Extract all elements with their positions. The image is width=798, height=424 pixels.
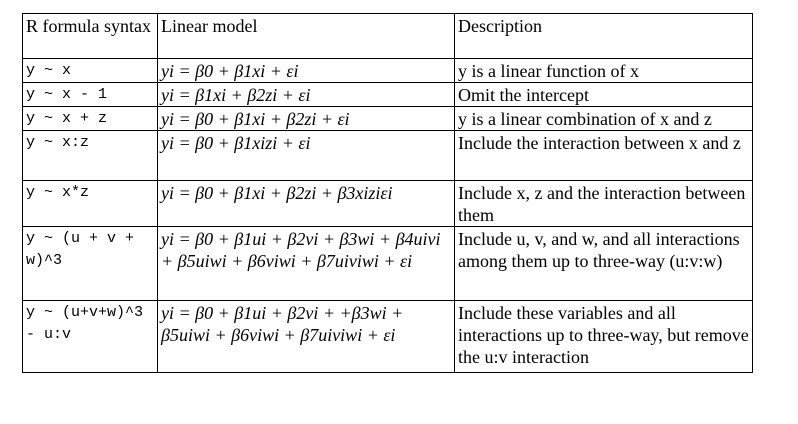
formula-cell: y ~ x <box>22 58 158 83</box>
model-cell: yi = β0 + β1ui + β2vi + β3wi + β4uivi + … <box>157 226 455 301</box>
formula-cell: y ~ x - 1 <box>22 82 158 107</box>
description-cell: Include x, z and the interaction between… <box>454 180 753 227</box>
description-cell: Include u, v, and w, and all interaction… <box>454 226 753 301</box>
table-row: y ~ x:z yi = β0 + β1xizi + εi Include th… <box>22 130 753 181</box>
table-row: y ~ x + z yi = β0 + β1xi + β2zi + εi y i… <box>22 106 753 131</box>
formula-cell: y ~ x*z <box>22 180 158 227</box>
formula-cell: y ~ x:z <box>22 130 158 181</box>
formula-cell: y ~ x + z <box>22 106 158 131</box>
model-cell: yi = β1xi + β2zi + εi <box>157 82 455 107</box>
table-row: y ~ x - 1 yi = β1xi + β2zi + εi Omit the… <box>22 82 753 107</box>
table-row: y ~ (u + v + w)^3 yi = β0 + β1ui + β2vi … <box>22 226 753 301</box>
header-formula: R formula syntax <box>22 13 158 59</box>
description-cell: y is a linear function of x <box>454 58 753 83</box>
model-cell: yi = β0 + β1ui + β2vi + +β3wi + β5uiwi +… <box>157 300 455 373</box>
model-cell: yi = β0 + β1xi + εi <box>157 58 455 83</box>
header-row: R formula syntax Linear model Descriptio… <box>22 13 753 59</box>
description-cell: Include the interaction between x and z <box>454 130 753 181</box>
formula-cell: y ~ (u+v+w)^3 - u:v <box>22 300 158 373</box>
header-description: Description <box>454 13 753 59</box>
model-cell: yi = β0 + β1xi + β2zi + β3xiziεi <box>157 180 455 227</box>
description-cell: Omit the intercept <box>454 82 753 107</box>
model-cell: yi = β0 + β1xi + β2zi + εi <box>157 106 455 131</box>
formula-cell: y ~ (u + v + w)^3 <box>22 226 158 301</box>
table-row: y ~ x yi = β0 + β1xi + εi y is a linear … <box>22 58 753 83</box>
formula-table: R formula syntax Linear model Descriptio… <box>22 13 753 373</box>
header-model: Linear model <box>157 13 455 59</box>
description-cell: Include these variables and all interact… <box>454 300 753 373</box>
model-cell: yi = β0 + β1xizi + εi <box>157 130 455 181</box>
table-row: y ~ x*z yi = β0 + β1xi + β2zi + β3xiziεi… <box>22 180 753 227</box>
table-row: y ~ (u+v+w)^3 - u:v yi = β0 + β1ui + β2v… <box>22 300 753 373</box>
description-cell: y is a linear combination of x and z <box>454 106 753 131</box>
